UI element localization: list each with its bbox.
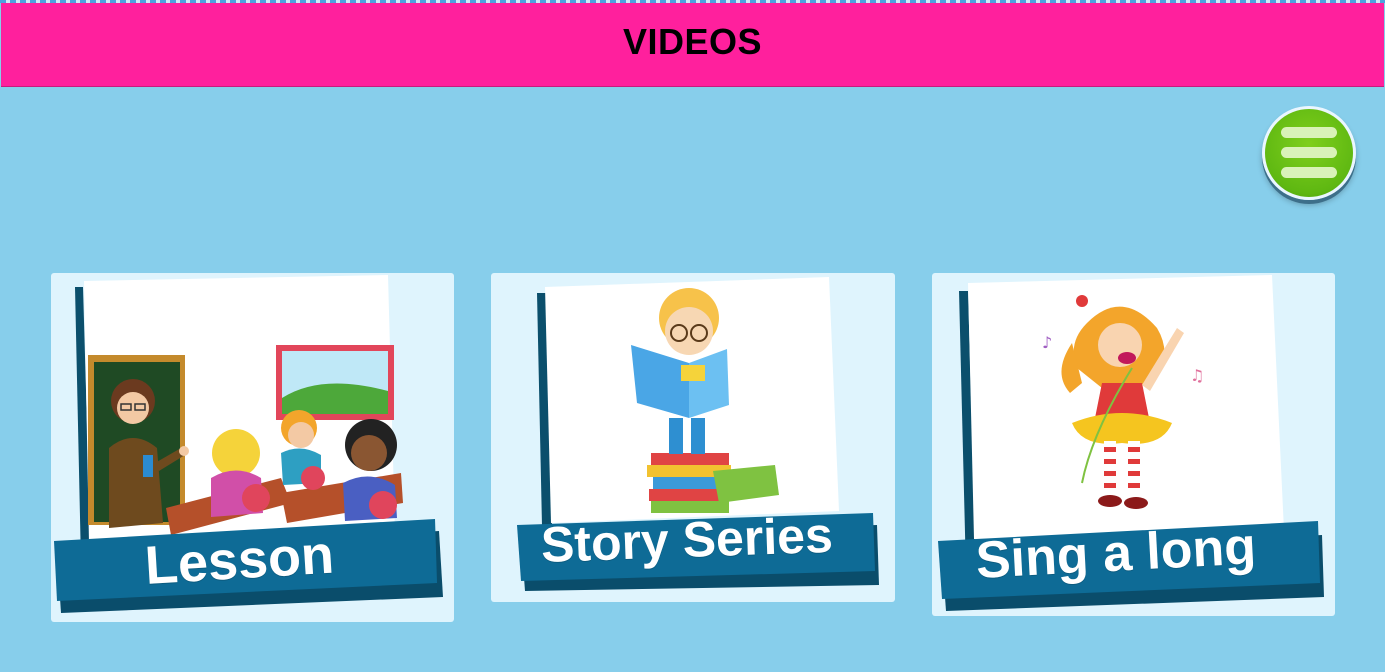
- lesson-label: Lesson: [143, 524, 336, 596]
- svg-text:♫: ♫: [1190, 366, 1204, 385]
- header-bar: VIDEOS: [1, 3, 1384, 87]
- story-series-label: Story Series: [540, 506, 834, 573]
- sing-along-card[interactable]: ♪ ♫ Sing a long: [932, 273, 1335, 616]
- lesson-card[interactable]: Lesson: [51, 273, 454, 622]
- svg-text:♪: ♪: [1042, 333, 1052, 352]
- page-title: VIDEOS: [622, 21, 763, 62]
- story-series-card[interactable]: Story Series: [491, 273, 895, 602]
- menu-button[interactable]: [1262, 106, 1356, 200]
